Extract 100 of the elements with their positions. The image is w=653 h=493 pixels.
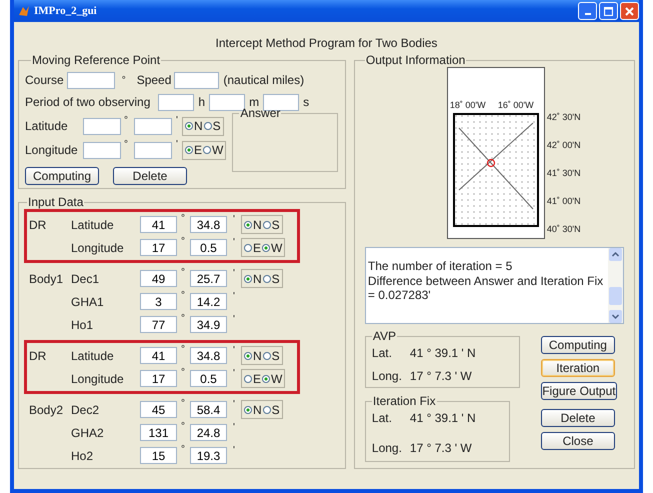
minute-field[interactable]: 34.8 xyxy=(190,347,227,364)
field-label: Latitude xyxy=(71,348,115,362)
axis-label: 40˚ 30'N xyxy=(546,224,581,234)
close-icon xyxy=(625,6,634,16)
group-title: Answer xyxy=(239,106,282,120)
time-field[interactable] xyxy=(158,94,194,110)
axis-label: 42˚ 00'N xyxy=(546,140,581,150)
degree-field[interactable]: 131 xyxy=(140,424,177,441)
group-title: Output Information xyxy=(364,53,466,67)
field-label: Ho1 xyxy=(71,318,94,332)
course-label: Course xyxy=(25,73,64,87)
degree-mark: ° xyxy=(180,421,186,432)
radio-button[interactable]: N xyxy=(244,402,262,416)
radio-button[interactable]: E xyxy=(244,372,262,386)
minute-field[interactable] xyxy=(134,142,172,158)
minute-field[interactable]: 14.2 xyxy=(190,293,227,310)
speed-label: Speed xyxy=(136,73,172,87)
scroll-down-icon[interactable] xyxy=(609,310,622,323)
degree-mark: ° xyxy=(120,75,127,86)
axis-label: 16˚ 00'W xyxy=(498,100,534,110)
radio-button[interactable]: S xyxy=(262,402,280,416)
scroll-up-icon[interactable] xyxy=(609,248,622,261)
latitude-label: Latitude xyxy=(25,119,69,133)
action-button[interactable]: Iteration xyxy=(540,359,615,377)
radio-button[interactable]: E xyxy=(244,240,262,254)
close-button[interactable] xyxy=(620,2,639,20)
radio-button[interactable]: N xyxy=(185,119,203,133)
radio-button[interactable]: N xyxy=(244,218,262,232)
action-button[interactable]: Computing xyxy=(25,167,99,185)
minute-mark: ' xyxy=(175,139,179,150)
radio-button[interactable]: S xyxy=(262,348,280,362)
degree-field[interactable]: 77 xyxy=(140,316,177,333)
degree-mark: ° xyxy=(180,398,186,409)
field-label: Dec2 xyxy=(71,402,100,416)
minimize-button[interactable] xyxy=(578,2,597,20)
radio-button[interactable]: W xyxy=(262,240,282,254)
action-button[interactable]: Delete xyxy=(540,409,615,427)
minute-field[interactable]: 34.9 xyxy=(190,316,227,333)
long-label: Long. xyxy=(372,441,403,455)
degree-field[interactable]: 17 xyxy=(140,239,177,256)
maximize-button[interactable] xyxy=(599,2,618,20)
window-title: IMPro_2_gui xyxy=(34,5,97,17)
degree-field[interactable]: 17 xyxy=(140,370,177,387)
long-value: 17 ° 7.3 ' W xyxy=(410,441,472,455)
lat-value: 41 ° 39.1 ' N xyxy=(410,346,476,360)
time-field[interactable] xyxy=(263,94,300,110)
action-button[interactable]: Close xyxy=(540,432,615,450)
program-title: Intercept Method Program for Two Bodies xyxy=(214,36,438,50)
degree-field[interactable]: 41 xyxy=(140,216,177,233)
minute-field[interactable]: 19.3 xyxy=(190,447,227,464)
radio-button[interactable]: W xyxy=(262,372,282,386)
degree-mark: ° xyxy=(180,444,186,455)
degree-field[interactable]: 41 xyxy=(140,347,177,364)
degree-mark: ° xyxy=(180,290,186,301)
radio-button[interactable]: S xyxy=(262,218,280,232)
axis-label: 41˚ 30'N xyxy=(546,168,581,178)
degree-field[interactable]: 45 xyxy=(140,401,177,418)
degree-field[interactable]: 3 xyxy=(140,293,177,310)
minute-field[interactable] xyxy=(134,118,172,134)
time-field[interactable] xyxy=(209,94,246,110)
speed-field[interactable] xyxy=(174,72,220,88)
minute-field[interactable]: 25.7 xyxy=(190,270,227,287)
axis-label: 42˚ 30'N xyxy=(546,112,581,122)
action-button[interactable]: Computing xyxy=(540,336,615,354)
minute-mark: ' xyxy=(232,345,236,356)
degree-field[interactable] xyxy=(83,118,121,134)
course-field[interactable] xyxy=(66,72,115,88)
degree-field[interactable]: 15 xyxy=(140,447,177,464)
group-title: Moving Reference Point xyxy=(31,53,162,67)
maximize-icon xyxy=(604,6,613,16)
group-title: AVP xyxy=(372,329,398,343)
minute-mark: ' xyxy=(232,422,236,433)
degree-mark: ° xyxy=(123,139,129,150)
radio-button[interactable]: N xyxy=(244,348,262,362)
radio-button[interactable]: E xyxy=(185,143,202,157)
time-unit-label: s xyxy=(303,95,310,109)
minute-field[interactable]: 0.5 xyxy=(190,370,227,387)
minute-mark: ' xyxy=(232,214,236,225)
scrollbar-thumb[interactable] xyxy=(609,287,622,305)
minute-field[interactable]: 34.8 xyxy=(190,216,227,233)
group-name: Body2 xyxy=(29,402,64,416)
minute-field[interactable]: 58.4 xyxy=(190,401,227,418)
field-label: Dec1 xyxy=(71,272,100,286)
degree-mark: ° xyxy=(180,213,186,224)
minute-mark: ' xyxy=(232,314,236,325)
minute-field[interactable]: 0.5 xyxy=(190,239,227,256)
minute-field[interactable]: 24.8 xyxy=(190,424,227,441)
radio-button[interactable]: N xyxy=(244,272,262,286)
field-label: GHA2 xyxy=(71,426,105,440)
minimize-icon xyxy=(584,12,590,14)
field-label: Longitude xyxy=(71,240,125,254)
field-label: GHA1 xyxy=(71,294,105,308)
degree-field[interactable]: 49 xyxy=(140,270,177,287)
radio-button[interactable]: W xyxy=(203,143,224,157)
radio-button[interactable]: S xyxy=(204,119,221,133)
action-button[interactable]: Figure Output xyxy=(540,382,617,400)
radio-button[interactable]: S xyxy=(262,272,280,286)
group-title: Input Data xyxy=(27,195,84,209)
action-button[interactable]: Delete xyxy=(113,167,187,185)
degree-field[interactable] xyxy=(83,142,121,158)
